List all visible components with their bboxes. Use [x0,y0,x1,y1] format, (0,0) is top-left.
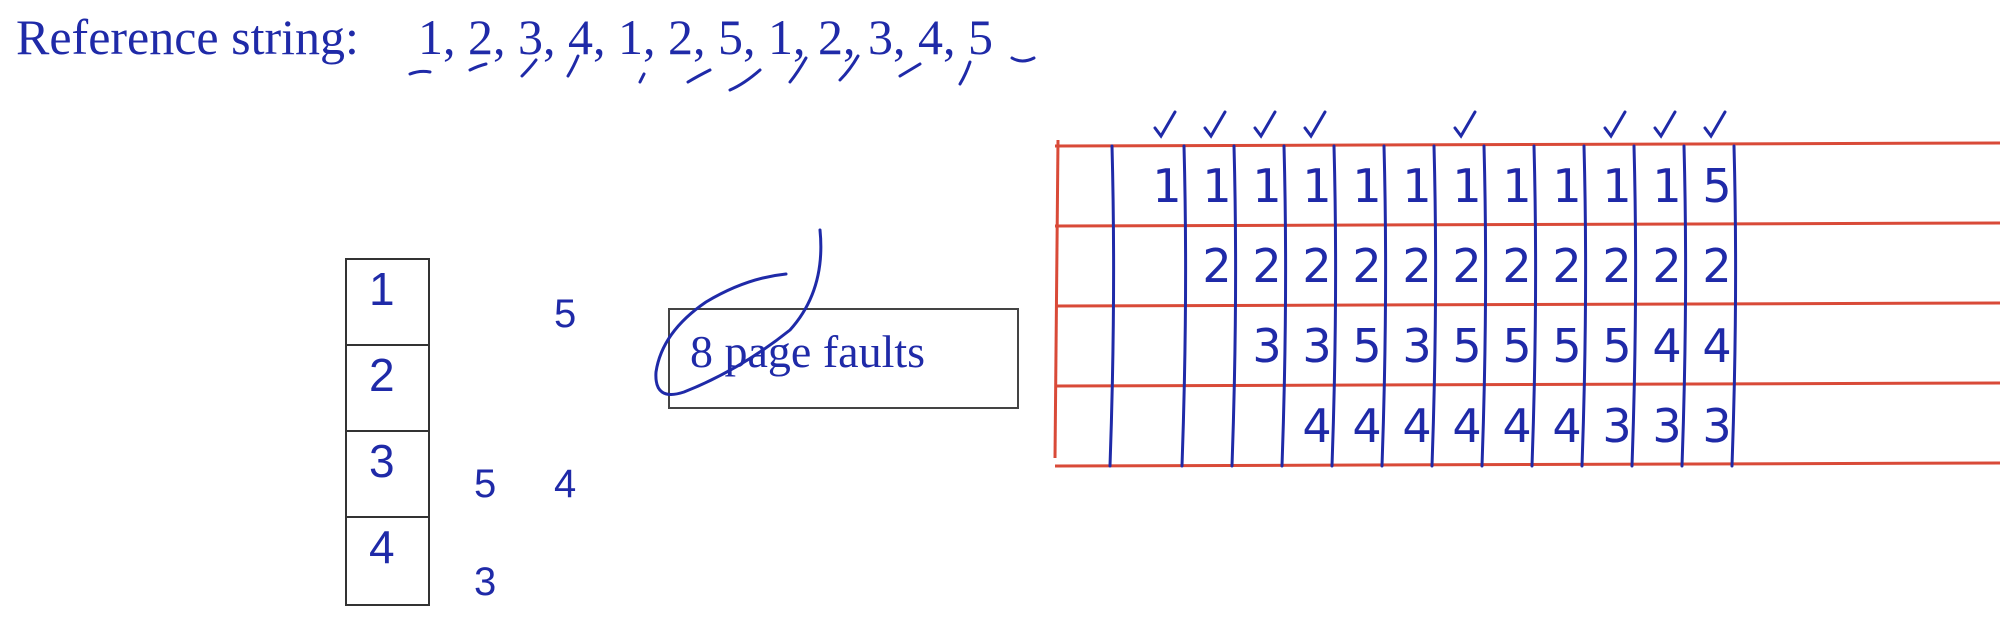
table-cell-value: 1 [1552,159,1581,213]
table-cell-value: 3 [1702,399,1731,453]
checkmark-icon [1203,110,1227,139]
grid-row-line [1054,381,2001,388]
table-cell-value: 2 [1552,239,1581,293]
table-cell-value: 2 [1652,239,1681,293]
checkmark-icon [1653,110,1677,139]
table-cell-value: 1 [1502,159,1531,213]
table-cell-value: 3 [1252,319,1281,373]
checkmark-icon [1703,110,1727,139]
table-cell-value: 2 [1602,239,1631,293]
table-cell-value: 3 [1302,319,1331,373]
checkmark-icon [1253,110,1277,139]
table-cell-value: 1 [1352,159,1381,213]
checkmark-icon [1303,110,1327,139]
table-cell-value: 1 [1202,159,1231,213]
table-cell-value: 2 [1402,239,1431,293]
table-cell-value: 3 [1602,399,1631,453]
table-cell-value: 5 [1602,319,1631,373]
table-cell-value: 4 [1652,319,1681,373]
table-cell-value: 2 [1252,239,1281,293]
table-cell-value: 1 [1652,159,1681,213]
table-cell-value: 2 [1502,239,1531,293]
grid-row-line [1054,141,2001,148]
table-cell-value: 2 [1352,239,1381,293]
table-cell-value: 4 [1702,319,1731,373]
grid-row-line [1054,301,2001,308]
column-separator [1630,144,1638,468]
table-cell-value: 1 [1152,159,1181,213]
grid-row-line [1054,461,2001,468]
table-cell-value: 5 [1352,319,1381,373]
column-separator [1580,144,1588,468]
column-separator [1680,144,1688,468]
checkmark-icon [1603,110,1627,139]
table-cell-value: 1 [1402,159,1431,213]
table-cell-value: 2 [1702,239,1731,293]
column-separator [1730,144,1738,468]
grid-row-line [1054,221,2001,228]
table-cell-value: 4 [1452,399,1481,453]
table-cell-value: 5 [1502,319,1531,373]
column-separator [1530,144,1538,468]
table-cell-value: 4 [1502,399,1531,453]
table-cell-value: 1 [1452,159,1481,213]
table-cell-value: 1 [1302,159,1331,213]
checkmark-icon [1153,110,1177,139]
table-cell-value: 4 [1352,399,1381,453]
page-frame-table: 1 121231234125412341254125412541253124352… [1053,110,2001,468]
table-cell-value: 1 [1252,159,1281,213]
table-cell-value: 3 [1652,399,1681,453]
table-cell-value: 5 [1552,319,1581,373]
table-cell-value: 4 [1552,399,1581,453]
table-cell-value: 3 [1402,319,1431,373]
table-cell-value: 5 [1702,159,1731,213]
table-cell-value: 4 [1302,399,1331,453]
table-cell-value: 4 [1402,399,1431,453]
checkmark-icon [1453,110,1477,139]
table-cell-value: 5 [1452,319,1481,373]
table-cell-value: 1 [1602,159,1631,213]
table-cell-value: 2 [1202,239,1231,293]
table-cell-value: 2 [1302,239,1331,293]
table-cell-value: 2 [1452,239,1481,293]
grid-border-line [1053,139,1060,459]
